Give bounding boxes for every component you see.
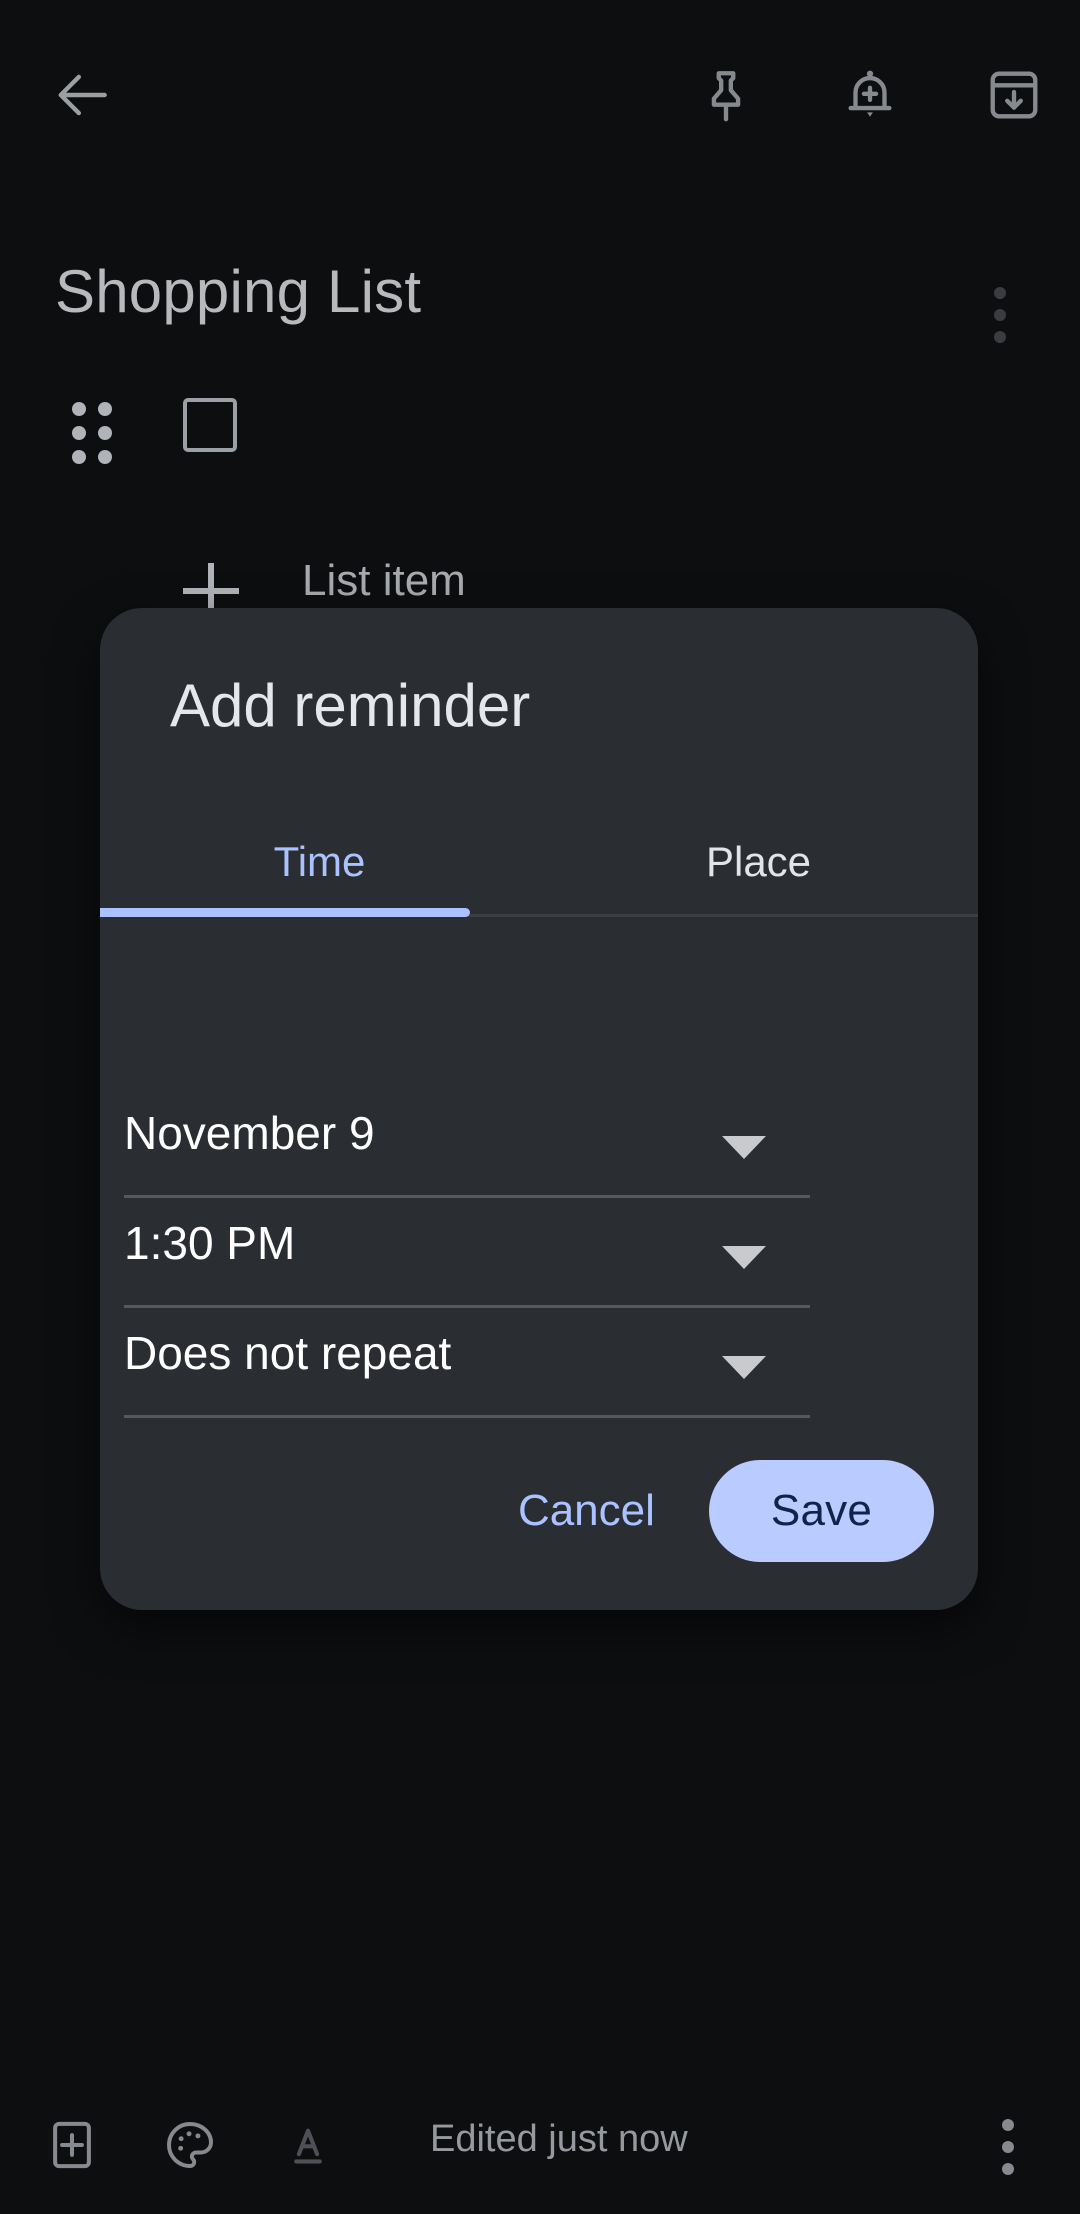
note-overflow-menu-button[interactable] <box>950 265 1050 365</box>
pin-button[interactable] <box>678 47 774 143</box>
bell-plus-icon <box>841 66 899 124</box>
save-button[interactable]: Save <box>708 1460 934 1562</box>
top-app-bar <box>0 0 1080 138</box>
reminder-date-value: November 9 <box>124 1107 375 1159</box>
formatting-button[interactable] <box>262 2101 354 2193</box>
field-underline <box>124 1415 810 1418</box>
more-vert-icon <box>994 287 1006 343</box>
pin-icon <box>697 66 755 124</box>
add-reminder-button[interactable] <box>822 47 918 143</box>
list-item-row[interactable] <box>0 390 1080 480</box>
tab-time[interactable]: Time <box>100 808 539 916</box>
change-color-button[interactable] <box>144 2101 236 2193</box>
list-item-checkbox[interactable] <box>183 398 237 452</box>
archive-icon <box>985 66 1043 124</box>
dialog-actions: Cancel Save <box>490 1460 934 1562</box>
drag-handle-icon[interactable] <box>72 402 112 464</box>
back-button[interactable] <box>36 47 132 143</box>
chevron-down-icon <box>722 1246 766 1269</box>
reminder-tabs: Time Place <box>100 808 978 916</box>
bottom-app-bar: Edited just now <box>0 2080 1080 2214</box>
add-reminder-dialog: Add reminder Time Place November 9 1:30 … <box>100 608 978 1610</box>
reminder-time-value: 1:30 PM <box>124 1217 296 1269</box>
palette-icon <box>162 2117 218 2178</box>
add-attachment-button[interactable] <box>26 2101 118 2193</box>
chevron-down-icon <box>722 1356 766 1379</box>
archive-button[interactable] <box>966 47 1062 143</box>
note-title[interactable]: Shopping List <box>55 256 421 328</box>
add-list-item-label: List item <box>302 556 466 605</box>
tab-place[interactable]: Place <box>539 808 978 916</box>
tab-time-label: Time <box>273 838 366 885</box>
tab-active-indicator <box>100 908 470 917</box>
dialog-title: Add reminder <box>170 672 531 739</box>
cancel-button[interactable]: Cancel <box>490 1466 683 1556</box>
more-vert-icon <box>1002 2119 1014 2175</box>
bottom-overflow-menu-button[interactable] <box>962 2101 1054 2193</box>
reminder-repeat-value: Does not repeat <box>124 1327 452 1379</box>
reminder-time-field[interactable]: 1:30 PM <box>124 1198 810 1308</box>
chevron-down-icon <box>722 1136 766 1159</box>
app-screen: Shopping List List item Add reminder Tim… <box>0 0 1080 2214</box>
reminder-date-field[interactable]: November 9 <box>124 1088 810 1198</box>
tab-place-label: Place <box>705 838 812 885</box>
reminder-repeat-field[interactable]: Does not repeat <box>124 1308 810 1418</box>
edited-status: Edited just now <box>430 2118 688 2160</box>
text-format-icon <box>282 2119 334 2176</box>
add-box-icon <box>45 2118 99 2177</box>
arrow-back-icon <box>53 64 115 126</box>
